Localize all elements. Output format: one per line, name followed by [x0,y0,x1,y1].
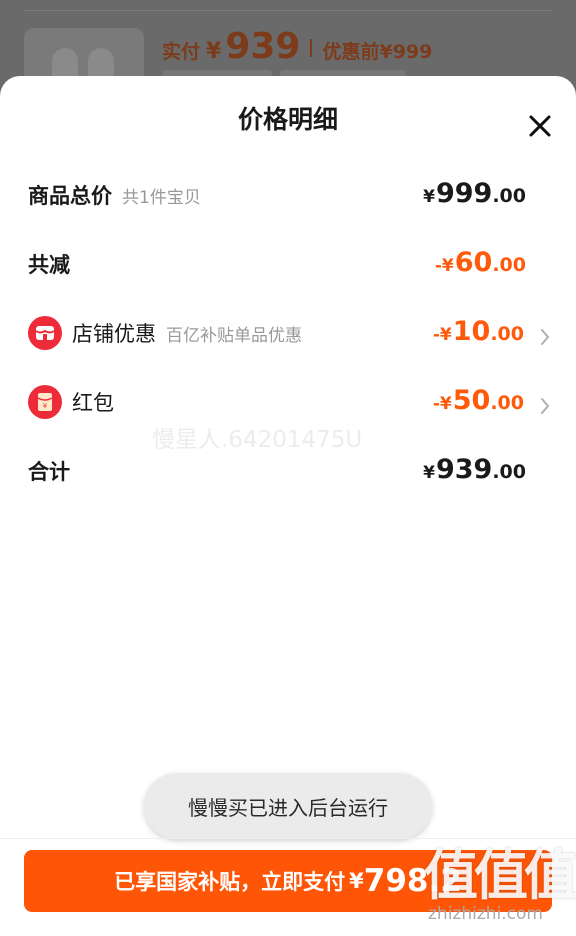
red-packet-label: 红包 [72,391,114,415]
svg-text:¥: ¥ [43,402,48,410]
close-icon [529,115,551,137]
total-discount-amount: -¥ 60 .00 [435,247,526,278]
currency-symbol: ¥ [349,869,364,893]
divider [0,838,576,839]
shop-icon [28,316,62,350]
paid-label: 实付 [162,41,201,63]
currency-symbol: -¥ [432,325,452,345]
row-item-total: 商品总价 共1件宝贝 ¥ 999 .00 [28,170,550,220]
user-watermark: 慢星人.64201475U [152,427,363,453]
watermark-brand: 值值值 [424,844,576,907]
background-price: 实付 ¥ 939 优惠前 ¥999 [162,26,432,70]
site-watermark-logo: 值值值 zhizhizhi.com [424,844,576,930]
currency-symbol: ¥ [423,463,435,483]
row-shop-discount[interactable]: 店铺优惠 百亿补贴单品优惠 -¥ 10 .00 [28,308,550,358]
chevron-right-icon [526,389,550,423]
pay-button-label: 已享国家补贴，立即支付 [114,870,346,894]
amount-integer: 50 [452,385,491,416]
item-total-amount: ¥ 999 .00 [423,178,526,209]
divider [24,10,552,11]
watermark-url: zhizhizhi.com [428,904,543,924]
original-price-label: 优惠前 [322,41,380,63]
amount-integer: 999 [435,178,493,209]
total-discount-label: 共减 [28,253,70,277]
grand-total-label: 合计 [28,460,70,484]
amount-integer: 10 [452,316,491,347]
amount-decimal: .00 [490,392,524,414]
original-price: ¥999 [379,41,433,63]
item-total-label: 商品总价 [28,184,112,208]
currency-symbol: -¥ [434,256,454,276]
price-detail-sheet: 价格明细 商品总价 共1件宝贝 ¥ 999 .00 共减 -¥ 60 .00 店… [0,76,576,936]
chevron-right-icon [526,320,550,354]
grand-total-amount: ¥ 939 .00 [423,454,526,485]
amount-decimal: .00 [492,185,526,207]
amount-decimal: .00 [492,254,526,276]
close-button[interactable] [520,106,560,146]
amount-decimal: .00 [490,323,524,345]
currency-symbol: -¥ [432,394,452,414]
amount-decimal: .00 [492,461,526,483]
currency-symbol: ¥ [423,187,435,207]
red-packet-icon: ¥ [28,385,62,419]
red-packet-amount: -¥ 50 .00 [433,385,524,416]
shop-discount-amount: -¥ 10 .00 [433,316,524,347]
item-count-text: 共1件宝贝 [122,187,201,208]
shop-discount-label: 店铺优惠 [72,322,156,346]
divider [310,39,313,57]
toast-message: 慢慢买已进入后台运行 [144,773,432,839]
amount-integer: 60 [454,247,493,278]
row-total-discount: 共减 -¥ 60 .00 [28,239,550,289]
sheet-title: 价格明细 [237,105,338,134]
paid-amount: 939 [225,26,301,67]
amount-integer: 939 [435,454,493,485]
shop-discount-desc: 百亿补贴单品优惠 [166,325,302,346]
currency-symbol: ¥ [206,39,222,64]
